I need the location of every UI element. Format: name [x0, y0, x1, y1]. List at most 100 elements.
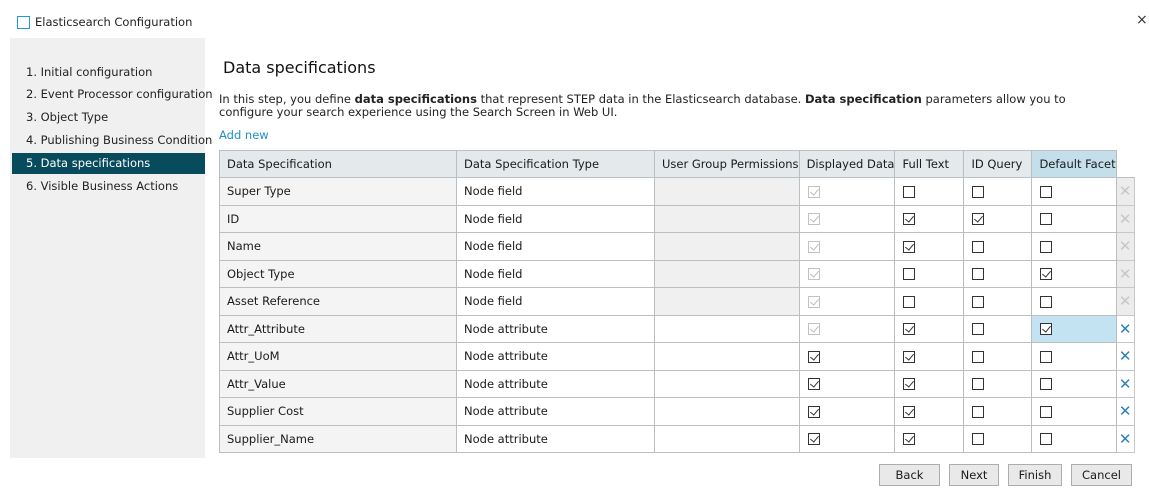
full-text-cell [894, 314, 965, 343]
column-header-data-specification-type[interactable]: Data Specification Type [456, 150, 655, 178]
table-row[interactable]: Attr_UoM Node attribute ✕ [219, 342, 1135, 371]
default-facet-checkbox[interactable] [1040, 185, 1053, 198]
default-facet-checkbox[interactable] [1040, 433, 1053, 446]
delete-row-button[interactable]: ✕ [1115, 397, 1135, 426]
data-specification-type-cell[interactable]: Node field [456, 287, 655, 316]
user-group-permissions-cell[interactable] [654, 314, 800, 343]
full-text-checkbox[interactable] [903, 185, 916, 198]
id-query-checkbox[interactable] [972, 350, 985, 363]
column-header-user-group-permissions[interactable]: User Group Permissions [654, 150, 800, 178]
id-query-checkbox[interactable] [972, 433, 985, 446]
table-row[interactable]: Object Type Node field ✕ [219, 259, 1135, 288]
id-query-checkbox[interactable] [972, 378, 985, 391]
data-specification-cell[interactable]: Super Type [219, 177, 457, 206]
column-header-default-facet[interactable]: Default Facet [1031, 150, 1117, 178]
data-specification-cell[interactable]: Attr_Value [219, 369, 457, 398]
sidebar-item-initial-configuration[interactable]: 1. Initial configuration [12, 62, 205, 83]
data-specification-cell[interactable]: Asset Reference [219, 287, 457, 316]
user-group-permissions-cell[interactable] [654, 342, 800, 371]
user-group-permissions-cell[interactable] [654, 424, 800, 453]
delete-row-button: ✕ [1115, 232, 1135, 261]
finish-button[interactable]: Finish [1008, 464, 1062, 486]
default-facet-checkbox[interactable] [1040, 295, 1053, 308]
full-text-checkbox[interactable] [903, 350, 916, 363]
table-row[interactable]: Attr_Attribute Node attribute ✕ [219, 314, 1135, 343]
sidebar-item-visible-business-actions[interactable]: 6. Visible Business Actions [12, 176, 205, 197]
default-facet-checkbox[interactable] [1040, 350, 1053, 363]
column-header-id-query[interactable]: ID Query [963, 150, 1033, 178]
id-query-checkbox[interactable] [972, 295, 985, 308]
displayed-data-checkbox [807, 185, 820, 198]
full-text-checkbox[interactable] [903, 295, 916, 308]
default-facet-checkbox[interactable] [1040, 240, 1053, 253]
data-specification-cell[interactable]: Object Type [219, 259, 457, 288]
data-specification-type-cell[interactable]: Node attribute [456, 369, 655, 398]
data-specification-type-cell[interactable]: Node field [456, 232, 655, 261]
close-icon[interactable]: × [1136, 12, 1148, 28]
displayed-data-cell [798, 424, 896, 453]
full-text-checkbox[interactable] [903, 268, 916, 281]
cancel-button[interactable]: Cancel [1071, 464, 1132, 486]
data-specification-type-cell[interactable]: Node attribute [456, 424, 655, 453]
displayed-data-checkbox[interactable] [807, 433, 820, 446]
displayed-data-checkbox[interactable] [807, 350, 820, 363]
data-specification-type-cell[interactable]: Node attribute [456, 314, 655, 343]
add-new-link[interactable]: Add new [219, 128, 269, 142]
full-text-checkbox[interactable] [903, 433, 916, 446]
delete-row-button[interactable]: ✕ [1115, 369, 1135, 398]
table-row[interactable]: Supplier Cost Node attribute ✕ [219, 397, 1135, 426]
data-specification-type-cell[interactable]: Node field [456, 204, 655, 233]
column-header-full-text[interactable]: Full Text [894, 150, 965, 178]
column-header-data-specification[interactable]: Data Specification [219, 150, 457, 178]
id-query-checkbox[interactable] [972, 405, 985, 418]
delete-row-button[interactable]: ✕ [1115, 342, 1135, 371]
table-row[interactable]: Supplier_Name Node attribute ✕ [219, 424, 1135, 453]
id-query-checkbox[interactable] [972, 213, 985, 226]
sidebar-item-event-processor-configuration[interactable]: 2. Event Processor configuration [12, 84, 213, 105]
next-button[interactable]: Next [949, 464, 999, 486]
full-text-checkbox[interactable] [903, 378, 916, 391]
full-text-checkbox[interactable] [903, 240, 916, 253]
data-specification-type-cell[interactable]: Node field [456, 177, 655, 206]
id-query-checkbox[interactable] [972, 323, 985, 336]
default-facet-checkbox[interactable] [1040, 405, 1053, 418]
delete-row-button[interactable]: ✕ [1115, 314, 1135, 343]
full-text-checkbox[interactable] [903, 213, 916, 226]
data-specification-type-cell[interactable]: Node field [456, 259, 655, 288]
data-specification-cell[interactable]: ID [219, 204, 457, 233]
back-button[interactable]: Back [879, 464, 940, 486]
displayed-data-checkbox[interactable] [807, 378, 820, 391]
sidebar-item-data-specifications[interactable]: 5. Data specifications [12, 153, 205, 174]
user-group-permissions-cell[interactable] [654, 369, 800, 398]
data-specification-cell[interactable]: Attr_UoM [219, 342, 457, 371]
default-facet-checkbox[interactable] [1040, 268, 1053, 281]
table-row[interactable]: Super Type Node field ✕ [219, 177, 1135, 206]
id-query-cell [963, 369, 1033, 398]
default-facet-checkbox[interactable] [1040, 323, 1053, 336]
id-query-checkbox[interactable] [972, 185, 985, 198]
data-specification-cell[interactable]: Supplier_Name [219, 424, 457, 453]
table-row[interactable]: Asset Reference Node field ✕ [219, 287, 1135, 316]
table-row[interactable]: Attr_Value Node attribute ✕ [219, 369, 1135, 398]
default-facet-checkbox[interactable] [1040, 378, 1053, 391]
sidebar-item-object-type[interactable]: 3. Object Type [12, 107, 205, 128]
table-row[interactable]: ID Node field ✕ [219, 204, 1135, 233]
delete-row-button[interactable]: ✕ [1115, 424, 1135, 453]
data-specification-type-cell[interactable]: Node attribute [456, 342, 655, 371]
full-text-checkbox[interactable] [903, 323, 916, 336]
full-text-checkbox[interactable] [903, 405, 916, 418]
data-specification-cell[interactable]: Attr_Attribute [219, 314, 457, 343]
user-group-permissions-cell[interactable] [654, 397, 800, 426]
default-facet-cell [1031, 287, 1117, 316]
column-header-displayed-data[interactable]: Displayed Data [798, 150, 896, 178]
sidebar-item-publishing-business-condition[interactable]: 4. Publishing Business Condition [12, 130, 212, 151]
data-specification-cell[interactable]: Name [219, 232, 457, 261]
data-specification-type-cell[interactable]: Node attribute [456, 397, 655, 426]
displayed-data-checkbox[interactable] [807, 405, 820, 418]
table-row[interactable]: Name Node field ✕ [219, 232, 1135, 261]
id-query-checkbox[interactable] [972, 240, 985, 253]
data-specification-cell[interactable]: Supplier Cost [219, 397, 457, 426]
default-facet-checkbox[interactable] [1040, 213, 1053, 226]
id-query-cell [963, 424, 1033, 453]
id-query-checkbox[interactable] [972, 268, 985, 281]
